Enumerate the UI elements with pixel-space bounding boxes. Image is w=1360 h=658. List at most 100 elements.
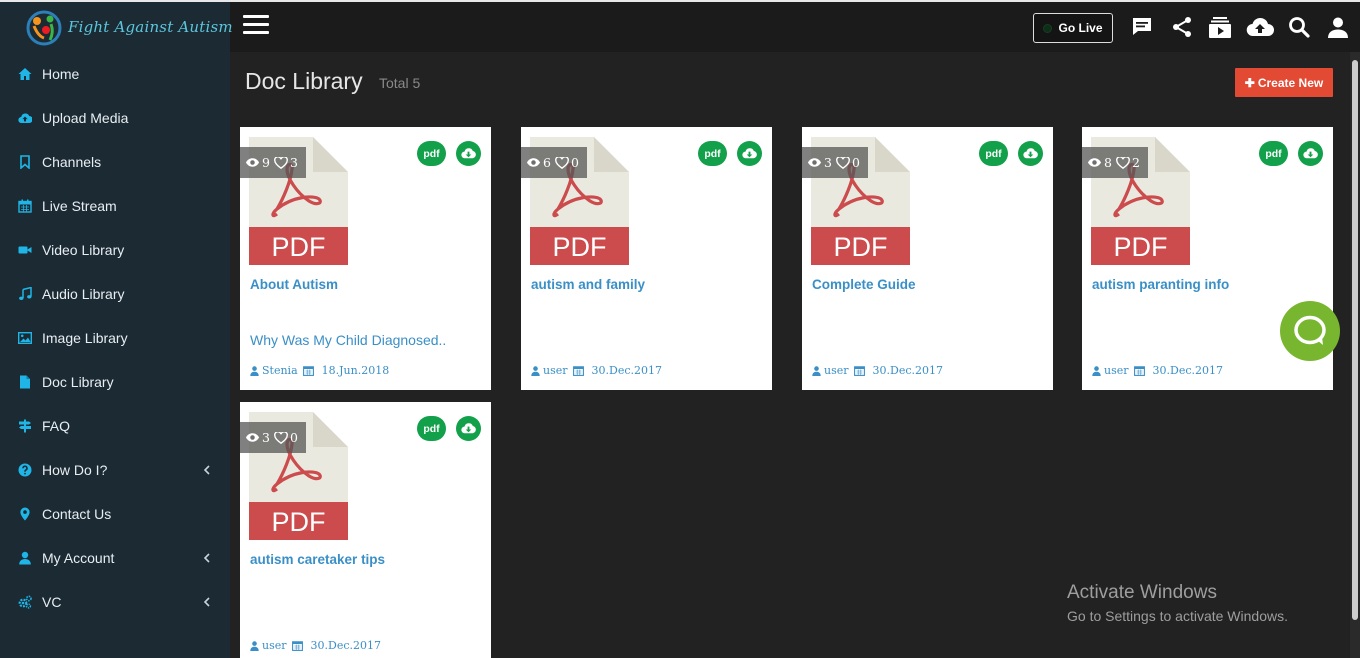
document-date: 30.Dec.2017: [310, 639, 381, 652]
upload-cloud-icon: [17, 110, 33, 126]
sidebar-item-vc[interactable]: VC: [0, 580, 230, 624]
document-date: 18.Jun.2018: [321, 364, 390, 377]
chevron-left-icon: [202, 596, 212, 608]
pdf-thumbnail-label: PDF: [1113, 232, 1168, 262]
document-meta: user 30.Dec.2017: [250, 639, 381, 652]
document-title[interactable]: autism paranting info: [1092, 277, 1229, 292]
like-count: 0: [851, 155, 860, 170]
page-title: Doc Library: [245, 68, 363, 94]
view-count: 6: [543, 155, 551, 170]
plus-icon: ✚: [1244, 75, 1255, 90]
sidebar-item-label: Home: [42, 66, 80, 82]
chat-icon[interactable]: [1130, 15, 1154, 39]
sidebar-item-audio-library[interactable]: Audio Library: [0, 272, 230, 316]
heart-icon: [555, 156, 569, 169]
chevron-left-icon: [202, 464, 212, 476]
download-cloud-icon[interactable]: [456, 416, 481, 441]
heart-icon: [1116, 156, 1130, 169]
document-meta: user 30.Dec.2017: [812, 364, 943, 377]
sidebar-item-contact-us[interactable]: Contact Us: [0, 492, 230, 536]
download-cloud-icon[interactable]: [1018, 141, 1043, 166]
sidebar-item-doc-library[interactable]: Doc Library: [0, 360, 230, 404]
playlist-icon[interactable]: [1208, 15, 1232, 39]
document-title[interactable]: autism and family: [531, 277, 645, 292]
user-icon[interactable]: [1326, 15, 1350, 39]
user-icon: [250, 365, 259, 376]
document-title[interactable]: autism caretaker tips: [250, 552, 385, 567]
eye-icon: [245, 433, 260, 442]
sidebar-item-channels[interactable]: Channels: [0, 140, 230, 184]
like-count: 2: [1131, 155, 1140, 170]
pdf-format-badge[interactable]: pdf: [417, 416, 446, 441]
view-like-stats: 9 3: [240, 147, 306, 178]
document-date: 30.Dec.2017: [872, 364, 943, 377]
calendar-icon: [291, 641, 303, 651]
bookmark-icon: [17, 154, 33, 170]
brand-name: Fight Against Autism: [68, 18, 233, 36]
document-author: user: [543, 364, 568, 377]
document-author: Stenia: [262, 364, 298, 377]
view-like-stats: 6 0: [521, 147, 587, 178]
like-count: 0: [289, 430, 298, 445]
like-count: 3: [289, 155, 298, 170]
upload-cloud-icon[interactable]: [1246, 15, 1274, 39]
sidebar-item-label: FAQ: [42, 418, 71, 434]
go-live-button[interactable]: Go Live: [1033, 13, 1113, 43]
view-like-stats: 8 2: [1082, 147, 1148, 178]
document-date: 30.Dec.2017: [591, 364, 662, 377]
view-like-stats: 3 0: [240, 422, 306, 453]
sidebar-item-label: Doc Library: [42, 374, 114, 390]
live-indicator-dot: [1043, 23, 1053, 33]
share-icon[interactable]: [1170, 15, 1194, 39]
hamburger-menu-icon[interactable]: [243, 15, 269, 39]
sidebar-item-live-stream[interactable]: Live Stream: [0, 184, 230, 228]
pdf-format-badge[interactable]: pdf: [417, 141, 446, 166]
document-title[interactable]: Complete Guide: [812, 277, 916, 292]
sidebar-item-video-library[interactable]: Video Library: [0, 228, 230, 272]
eye-icon: [1087, 158, 1102, 167]
chevron-left-icon: [202, 552, 212, 564]
document-total-count: Total 5: [379, 75, 421, 91]
pdf-thumbnail-label: PDF: [833, 232, 888, 262]
create-new-button[interactable]: ✚ Create New: [1235, 68, 1333, 97]
pdf-format-badge[interactable]: pdf: [979, 141, 1008, 166]
sidebar-item-faq[interactable]: FAQ: [0, 404, 230, 448]
pdf-format-badge[interactable]: pdf: [698, 141, 727, 166]
download-cloud-icon[interactable]: [456, 141, 481, 166]
signpost-icon: [17, 418, 33, 434]
document-author: user: [1104, 364, 1129, 377]
sidebar-item-label: Contact Us: [42, 506, 112, 522]
view-count: 9: [262, 155, 270, 170]
brand-logo-area[interactable]: Fight Against Autism: [0, 2, 233, 52]
calendar-icon: [572, 366, 584, 376]
document-title[interactable]: About Autism: [250, 277, 338, 292]
sidebar-item-label: Upload Media: [42, 110, 129, 126]
question-circle-icon: [17, 462, 33, 478]
view-count: 3: [824, 155, 832, 170]
heart-icon: [836, 156, 850, 169]
sidebar-item-upload-media[interactable]: Upload Media: [0, 96, 230, 140]
download-cloud-icon[interactable]: [737, 141, 762, 166]
search-icon[interactable]: [1287, 15, 1311, 39]
sidebar-item-home[interactable]: Home: [0, 52, 230, 96]
pdf-thumbnail-label: PDF: [271, 507, 326, 537]
pdf-thumbnail-label: PDF: [552, 232, 607, 262]
scrollbar-thumb[interactable]: [1352, 60, 1358, 620]
like-count: 0: [570, 155, 579, 170]
watermark-title: Activate Windows: [1067, 582, 1217, 603]
sidebar-item-how-do-i[interactable]: How Do I?: [0, 448, 230, 492]
user-icon: [17, 550, 33, 566]
document-meta: user 30.Dec.2017: [1092, 364, 1223, 377]
pdf-format-badge[interactable]: pdf: [1259, 141, 1288, 166]
go-live-label: Go Live: [1058, 21, 1103, 35]
document-card: PDF 9 3 pdf About Autism Why Was My Chil…: [240, 127, 491, 390]
sidebar-item-label: VC: [42, 594, 62, 610]
sidebar-item-image-library[interactable]: Image Library: [0, 316, 230, 360]
sidebar-item-label: How Do I?: [42, 462, 108, 478]
sidebar-item-my-account[interactable]: My Account: [0, 536, 230, 580]
chat-widget-button[interactable]: [1280, 301, 1340, 361]
file-icon: [17, 374, 33, 390]
document-card: PDF 3 0 pdf autism caretaker tips user 3…: [240, 402, 491, 658]
calendar-icon: [853, 366, 865, 376]
download-cloud-icon[interactable]: [1298, 141, 1323, 166]
